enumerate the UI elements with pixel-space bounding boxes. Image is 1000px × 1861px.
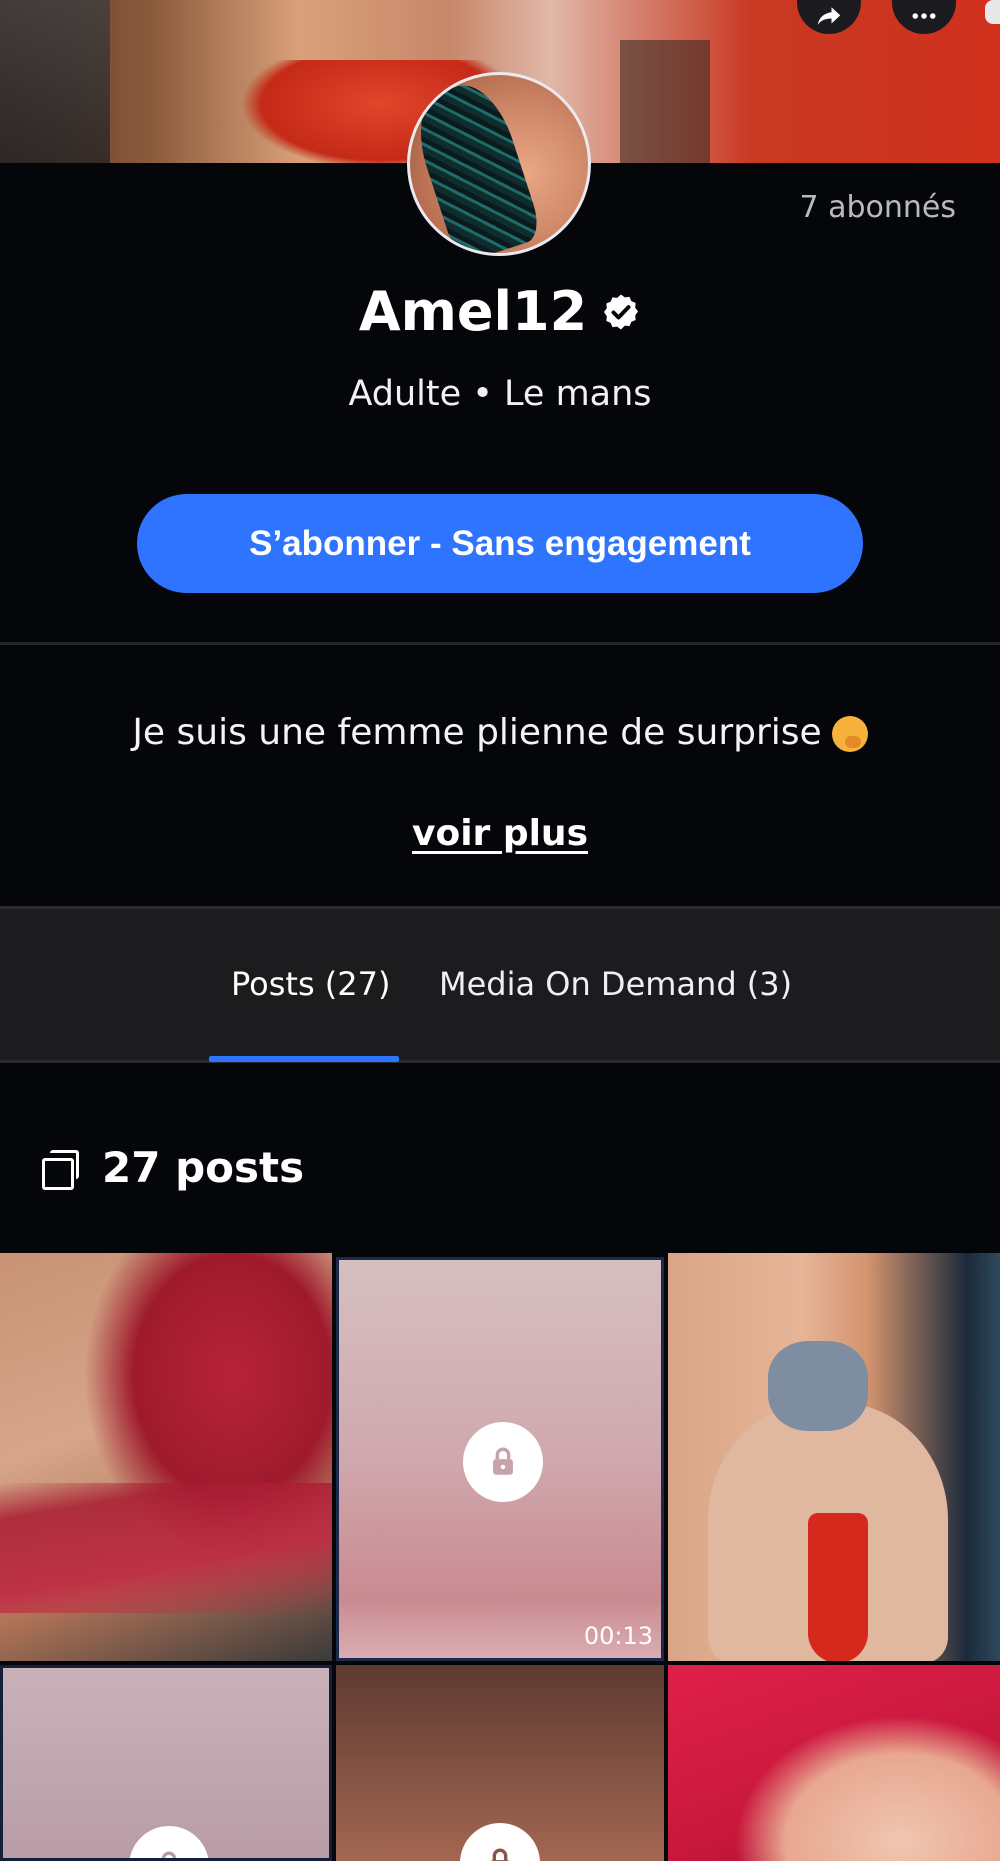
posts-count: 27 posts (102, 1143, 305, 1192)
name-row: Amel12 (0, 280, 1000, 343)
bio-text: Je suis une femme plienne de surprise (132, 712, 822, 753)
tab-media-on-demand[interactable]: Media On Demand (3) (439, 965, 792, 1003)
posts-grid: 00:13 (0, 1253, 1000, 1861)
post-image-detail (808, 1513, 868, 1661)
post-tile[interactable] (0, 1253, 332, 1661)
verified-badge-icon (604, 294, 639, 329)
edge-button[interactable] (985, 0, 1000, 24)
post-tile-locked[interactable]: 00:13 (336, 1257, 664, 1661)
lock-icon (460, 1823, 540, 1861)
profile-name: Amel12 (358, 280, 588, 343)
more-horizontal-icon (912, 13, 936, 19)
post-tile-locked[interactable] (336, 1665, 664, 1861)
tab-posts[interactable]: Posts (27) (231, 965, 390, 1003)
bio: Je suis une femme plienne de surprise (0, 712, 1000, 753)
lock-icon (129, 1826, 209, 1858)
video-duration: 00:13 (583, 1622, 653, 1650)
lock-icon (463, 1422, 543, 1502)
post-image-detail (768, 1341, 868, 1431)
post-tile-locked[interactable] (0, 1665, 332, 1861)
share-icon (817, 7, 841, 25)
avatar-lace (410, 75, 545, 253)
see-more-link[interactable]: voir plus (0, 813, 1000, 854)
avatar[interactable] (407, 72, 591, 256)
post-tile[interactable] (668, 1253, 1000, 1661)
tab-bar: Posts (27) Media On Demand (3) (0, 906, 1000, 1063)
cover-shade-right (620, 40, 710, 163)
post-image-detail (0, 1483, 332, 1613)
cover-shade-left (0, 0, 110, 163)
posts-stack-icon (42, 1149, 79, 1190)
active-tab-indicator (209, 1056, 399, 1062)
profile-subtitle: Adulte • Le mans (348, 374, 652, 414)
post-tile[interactable] (668, 1665, 1000, 1861)
hand-over-mouth-emoji-icon (831, 716, 868, 752)
posts-header: 27 posts (42, 1143, 304, 1192)
divider (0, 642, 1000, 645)
followers-count[interactable]: 7 abonnés (799, 190, 956, 225)
subscribe-button[interactable]: S’abonner - Sans engagement (137, 494, 863, 593)
